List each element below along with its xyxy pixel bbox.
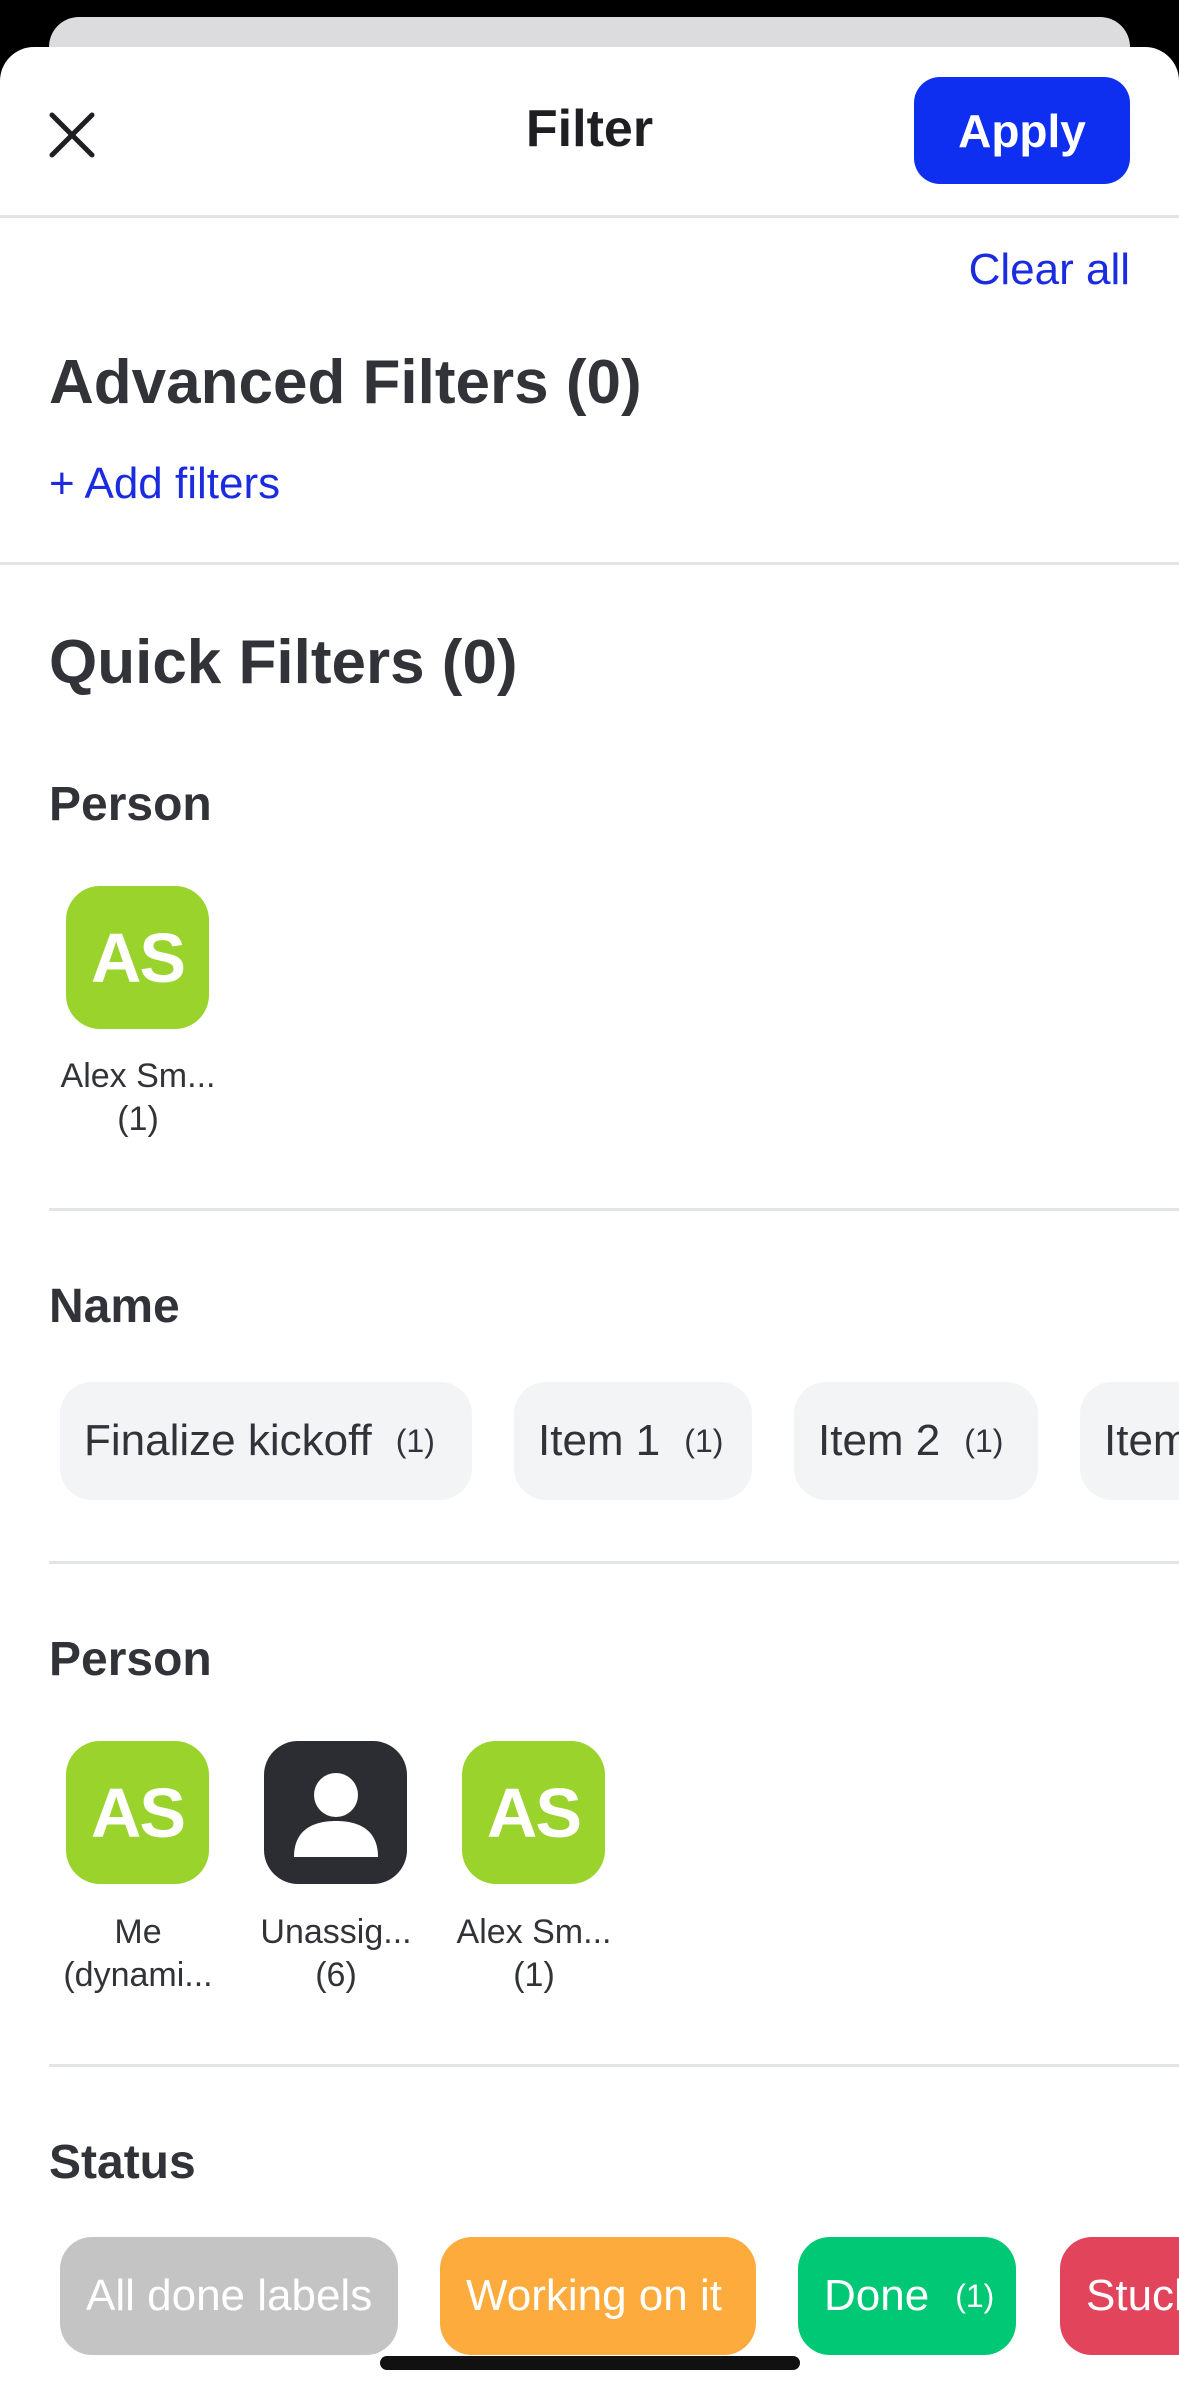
name-chip-item-3[interactable]: Item 3: [1080, 1382, 1179, 1500]
section-divider: [49, 1561, 1179, 1564]
person-heading: Person: [49, 1633, 212, 1686]
add-filters-link[interactable]: + Add filters: [49, 459, 280, 509]
name-chip-item-2[interactable]: Item 2 (1): [794, 1382, 1038, 1500]
person-label: Alex Sm... (1): [60, 1057, 216, 1138]
name-heading: Name: [49, 1280, 180, 1333]
apply-button[interactable]: Apply: [914, 77, 1130, 184]
name-chip-finalize-kickoff[interactable]: Finalize kickoff (1): [60, 1382, 472, 1500]
status-heading: Status: [49, 2136, 196, 2189]
status-chip-working-on-it[interactable]: Working on it: [440, 2237, 756, 2355]
section-divider: [0, 562, 1179, 565]
name-chip-item-1[interactable]: Item 1 (1): [514, 1382, 752, 1500]
person-label: Unassig... (6): [260, 1913, 412, 1994]
quick-filters-title: Quick Filters (0): [49, 628, 518, 697]
filter-sheet: Filter Apply Clear all Advanced Filters …: [0, 47, 1179, 2396]
avatar: AS: [462, 1741, 605, 1884]
home-indicator: [380, 2356, 800, 2370]
avatar: AS: [66, 886, 209, 1029]
status-chip-done[interactable]: Done (1): [798, 2237, 1016, 2355]
clear-all-link[interactable]: Clear all: [969, 245, 1130, 295]
status-chip-stuck[interactable]: Stuck: [1060, 2237, 1179, 2355]
section-divider: [49, 1208, 1179, 1211]
person-icon: [264, 1741, 407, 1884]
sheet-header: Filter Apply: [0, 47, 1179, 218]
avatar: AS: [66, 1741, 209, 1884]
person-label: Me (dynami...: [63, 1913, 213, 1994]
status-chip-all-done[interactable]: All done labels: [60, 2237, 398, 2355]
advanced-filters-title: Advanced Filters (0): [49, 348, 642, 417]
person-heading: Person: [49, 778, 212, 831]
section-divider: [49, 2064, 1179, 2067]
person-label: Alex Sm... (1): [456, 1913, 612, 1994]
